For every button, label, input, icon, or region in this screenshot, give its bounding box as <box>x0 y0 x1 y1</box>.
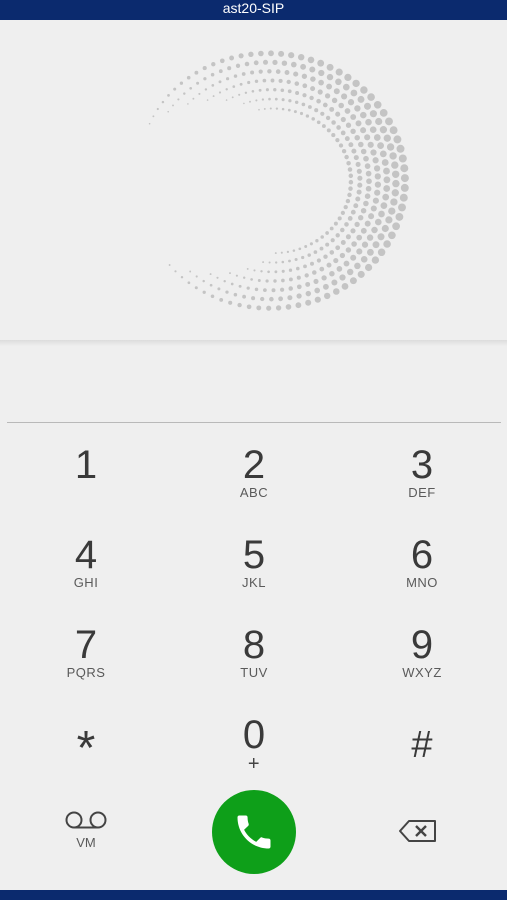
key-8[interactable]: 8 TUV <box>194 624 314 704</box>
key-1[interactable]: 1 <box>26 444 146 524</box>
voicemail-button[interactable]: VM <box>56 810 116 854</box>
backspace-icon <box>399 820 436 842</box>
call-button[interactable] <box>212 790 296 874</box>
key-digit: 5 <box>242 533 266 577</box>
key-letters: + <box>247 753 261 775</box>
key-letters: MNO <box>406 575 438 590</box>
key-letters: JKL <box>242 575 266 590</box>
key-letters: DEF <box>408 485 436 500</box>
key-digit: 8 <box>242 623 266 667</box>
dotted-swirl-logo <box>148 50 409 311</box>
status-title-bar: ast20-SIP <box>0 0 507 20</box>
key-7[interactable]: 7 PQRS <box>26 624 146 704</box>
key-letters: PQRS <box>66 665 106 680</box>
dialed-number-display[interactable] <box>0 346 507 422</box>
key-digit: 9 <box>410 623 434 667</box>
key-2[interactable]: 2 ABC <box>194 444 314 524</box>
app-title: ast20-SIP <box>222 0 285 16</box>
key-3[interactable]: 3 DEF <box>362 444 482 524</box>
brand-logo <box>0 20 507 342</box>
key-digit: 2 <box>242 443 266 487</box>
bottom-bar <box>0 890 507 900</box>
key-digit: 3 <box>410 443 434 487</box>
key-digit: * <box>76 722 96 775</box>
key-digit: # <box>411 724 433 766</box>
key-digit: 6 <box>410 533 434 577</box>
key-6[interactable]: 6 MNO <box>362 534 482 614</box>
voicemail-icon <box>65 811 107 829</box>
key-5[interactable]: 5 JKL <box>194 534 314 614</box>
key-digit: 7 <box>74 623 98 667</box>
key-digit: 0 <box>242 713 266 757</box>
key-0[interactable]: 0 + <box>194 714 314 794</box>
key-9[interactable]: 9 WXYZ <box>362 624 482 704</box>
backspace-button[interactable] <box>398 818 442 848</box>
key-hash[interactable]: # <box>362 714 482 794</box>
key-letters: TUV <box>240 665 268 680</box>
phone-icon <box>237 815 271 849</box>
key-letters: GHI <box>73 575 99 590</box>
key-letters: WXYZ <box>402 665 442 680</box>
key-digit: 4 <box>74 533 98 577</box>
key-digit: 1 <box>74 443 98 487</box>
key-star[interactable]: * <box>26 714 146 794</box>
key-4[interactable]: 4 GHI <box>26 534 146 614</box>
key-letters: ABC <box>239 485 269 500</box>
number-underline <box>7 422 501 423</box>
voicemail-label: VM <box>76 835 96 850</box>
